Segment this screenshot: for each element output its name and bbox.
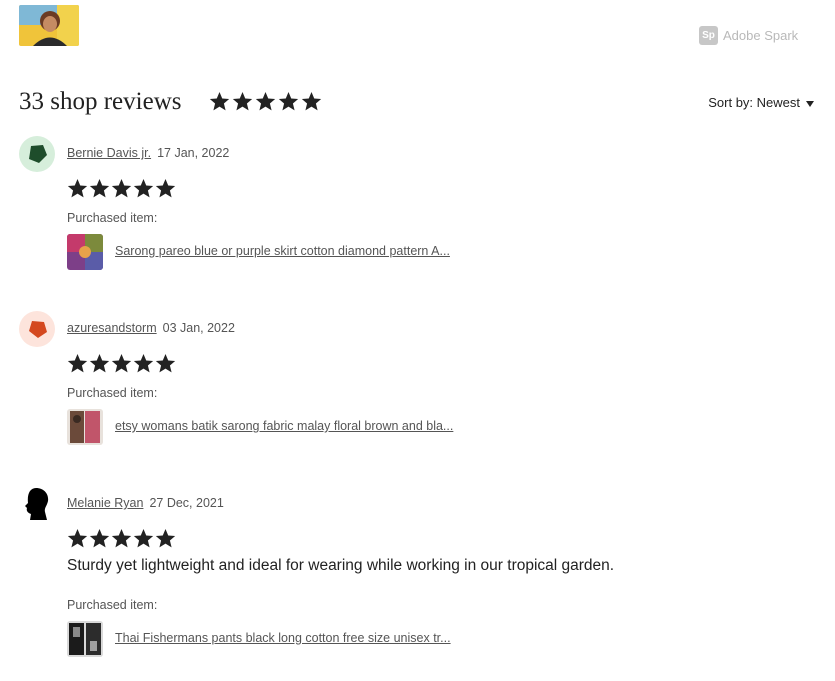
purchased-item-link[interactable]: etsy womans batik sarong fabric malay fl… bbox=[115, 419, 453, 433]
star-filled-icon bbox=[89, 529, 110, 548]
star-filled-icon bbox=[111, 179, 132, 198]
purchased-item-label: Purchased item: bbox=[67, 598, 158, 612]
star-filled-icon bbox=[111, 529, 132, 548]
review-date: 03 Jan, 2022 bbox=[162, 321, 235, 335]
shop-reviews-page: Sp Adobe Spark 33 shop reviews Sort by: … bbox=[0, 0, 835, 681]
watermark-label: Adobe Spark bbox=[723, 28, 799, 43]
item-thumbnail[interactable] bbox=[67, 621, 103, 657]
star-filled-icon bbox=[155, 354, 176, 373]
star-filled-icon bbox=[67, 354, 88, 373]
reviewer-avatar[interactable] bbox=[19, 136, 55, 172]
purchased-item-link[interactable]: Thai Fishermans pants black long cotton … bbox=[115, 631, 451, 645]
star-filled-icon bbox=[278, 92, 299, 111]
star-filled-icon bbox=[133, 354, 154, 373]
review-rating-stars bbox=[67, 353, 176, 374]
item-thumbnail[interactable] bbox=[67, 409, 103, 445]
item-thumbnail[interactable] bbox=[67, 234, 103, 270]
star-filled-icon bbox=[155, 529, 176, 548]
overall-rating-stars bbox=[209, 91, 322, 112]
purchased-item-link[interactable]: Sarong pareo blue or purple skirt cotton… bbox=[115, 244, 450, 258]
reviews-header: 33 shop reviews Sort by: Newest bbox=[19, 88, 819, 118]
avatar-shape-icon bbox=[29, 321, 47, 338]
adobe-spark-logo: Sp bbox=[699, 26, 718, 45]
star-filled-icon bbox=[67, 529, 88, 548]
star-filled-icon bbox=[67, 179, 88, 198]
star-filled-icon bbox=[232, 92, 253, 111]
sort-label: Sort by: Newest bbox=[708, 95, 800, 110]
star-filled-icon bbox=[301, 92, 322, 111]
sort-dropdown[interactable]: Sort by: Newest bbox=[708, 95, 814, 110]
star-filled-icon bbox=[89, 179, 110, 198]
review-meta: Melanie Ryan 27 Dec, 2021 bbox=[67, 496, 224, 510]
star-filled-icon bbox=[133, 179, 154, 198]
review-date: 27 Dec, 2021 bbox=[149, 496, 224, 510]
reviewer-name-link[interactable]: Bernie Davis jr. bbox=[67, 146, 151, 160]
review-date: 17 Jan, 2022 bbox=[157, 146, 230, 160]
review-meta: azuresandstorm 03 Jan, 2022 bbox=[67, 321, 235, 335]
reviewer-name-link[interactable]: azuresandstorm bbox=[67, 321, 157, 335]
review-rating-stars bbox=[67, 528, 176, 549]
star-filled-icon bbox=[111, 354, 132, 373]
star-filled-icon bbox=[155, 179, 176, 198]
purchased-item-label: Purchased item: bbox=[67, 386, 158, 400]
review-rating-stars bbox=[67, 178, 176, 199]
star-filled-icon bbox=[133, 529, 154, 548]
star-filled-icon bbox=[209, 92, 230, 111]
caret-down-icon bbox=[806, 100, 814, 107]
review-meta: Bernie Davis jr. 17 Jan, 2022 bbox=[67, 146, 229, 160]
avatar-shape-icon bbox=[29, 145, 47, 163]
reviewer-avatar[interactable] bbox=[19, 311, 55, 347]
star-filled-icon bbox=[89, 354, 110, 373]
silhouette-icon bbox=[25, 488, 49, 520]
review-text: Sturdy yet lightweight and ideal for wea… bbox=[67, 557, 615, 574]
purchased-item-label: Purchased item: bbox=[67, 211, 158, 225]
star-filled-icon bbox=[255, 92, 276, 111]
adobe-spark-watermark: Sp Adobe Spark bbox=[699, 26, 798, 45]
page-title: 33 shop reviews bbox=[19, 88, 182, 115]
shop-owner-photo bbox=[19, 5, 79, 46]
reviewer-avatar[interactable] bbox=[19, 486, 55, 522]
reviewer-name-link[interactable]: Melanie Ryan bbox=[67, 496, 143, 510]
